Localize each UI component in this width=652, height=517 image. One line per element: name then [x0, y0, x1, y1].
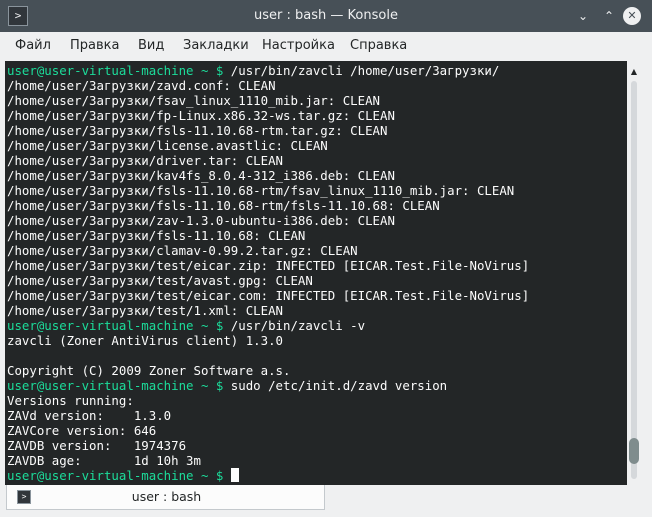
- terminal-text: /home/user/Загрузки/fsls-11.10.68-rtm/fs…: [7, 183, 515, 198]
- terminal-line: user@user-virtual-machine ~ $ /usr/bin/z…: [7, 318, 365, 333]
- terminal-line: ZAVDB age: 1d 10h 3m: [7, 453, 201, 468]
- terminal-line: /home/user/Загрузки/fsls-11.10.68: CLEAN: [7, 228, 305, 243]
- scrollbar-thumb[interactable]: [629, 438, 639, 464]
- scroll-up-icon[interactable]: ▲: [627, 65, 641, 79]
- terminal-text: /usr/bin/zavcli -v: [223, 318, 366, 333]
- menu-help[interactable]: Справка: [350, 32, 407, 60]
- terminal-text: /home/user/Загрузки/kav4fs_8.0.4-312_i38…: [7, 168, 395, 183]
- text-cursor: [230, 468, 239, 482]
- maximize-button[interactable]: ⌃: [600, 7, 618, 25]
- terminal-line: /home/user/Загрузки/zav-1.3.0-ubuntu-i38…: [7, 213, 395, 228]
- terminal-line: /home/user/Загрузки/fsls-11.10.68-rtm/fs…: [7, 198, 440, 213]
- menu-file[interactable]: Файл: [15, 32, 51, 60]
- terminal-text: /home/user/Загрузки/test/eicar.com: INFE…: [7, 288, 530, 303]
- terminal-text: /home/user/Загрузки/zavd.conf: CLEAN: [7, 78, 276, 93]
- terminal-text: /home/user/Загрузки/test/avast.gpg: CLEA…: [7, 273, 313, 288]
- terminal-line: ZAVCore version: 646: [7, 423, 156, 438]
- shell-prompt: user@user-virtual-machine ~ $: [7, 63, 224, 78]
- terminal-line: user@user-virtual-machine ~ $: [7, 468, 239, 483]
- terminal-text: /home/user/Загрузки/fsls-11.10.68-rtm.ta…: [7, 123, 388, 138]
- terminal-text: Versions running:: [7, 393, 134, 408]
- terminal-text: zavcli (Zoner AntiVirus client) 1.3.0: [7, 333, 284, 348]
- minimize-button[interactable]: ⌄: [574, 7, 592, 25]
- terminal-text: ZAVCore version: 646: [7, 423, 157, 438]
- shell-prompt: user@user-virtual-machine ~ $: [7, 468, 224, 483]
- terminal-line: ZAVDB version: 1974376: [7, 438, 186, 453]
- terminal-line: /home/user/Загрузки/fsav_linux_1110_mib.…: [7, 93, 380, 108]
- terminal-text: sudo /etc/init.d/zavd version: [223, 378, 448, 393]
- terminal-text: ZAVd version: 1.3.0: [7, 408, 172, 423]
- close-button[interactable]: ✕: [623, 7, 641, 25]
- terminal-line: /home/user/Загрузки/fsls-11.10.68-rtm/fs…: [7, 183, 514, 198]
- terminal-text: ZAVDB version: 1974376: [7, 438, 187, 453]
- terminal-text: /home/user/Загрузки/fsls-11.10.68-rtm/fs…: [7, 198, 440, 213]
- terminal-line: /home/user/Загрузки/fsls-11.10.68-rtm.ta…: [7, 123, 387, 138]
- terminal-text: /home/user/Загрузки/license.avastlic: CL…: [7, 138, 328, 153]
- window-title: user : bash — Konsole: [254, 8, 398, 23]
- tab-bash[interactable]: > user : bash: [6, 485, 325, 510]
- terminal-line: user@user-virtual-machine ~ $ /usr/bin/z…: [7, 63, 499, 78]
- terminal-line: /home/user/Загрузки/test/eicar.zip: INFE…: [7, 258, 529, 273]
- terminal-text: /home/user/Загрузки/driver.tar: CLEAN: [7, 153, 284, 168]
- tab-label: user : bash: [131, 489, 202, 504]
- terminal-line: /home/user/Загрузки/fp-Linux.x86.32-ws.t…: [7, 108, 395, 123]
- terminal-text: ZAVDB age: 1d 10h 3m: [7, 453, 201, 468]
- terminal-line: /home/user/Загрузки/test/1.xml: CLEAN: [7, 303, 283, 318]
- terminal-text: /home/user/Загрузки/test/1.xml: CLEAN: [7, 303, 284, 318]
- terminal-text: /usr/bin/zavcli /home/user/Загрузки/: [223, 63, 500, 78]
- shell-prompt: user@user-virtual-machine ~ $: [7, 378, 224, 393]
- terminal-line: Copyright (C) 2009 Zoner Software a.s.: [7, 363, 290, 378]
- terminal-line: Versions running:: [7, 393, 134, 408]
- menu-settings[interactable]: Настройка: [262, 32, 335, 60]
- terminal-line: /home/user/Загрузки/license.avastlic: CL…: [7, 138, 328, 153]
- terminal-line: /home/user/Загрузки/clamav-0.99.2.tar.gz…: [7, 243, 358, 258]
- menu-bar: Файл Правка Вид Закладки Настройка Справ…: [0, 32, 652, 60]
- terminal-line: /home/user/Загрузки/kav4fs_8.0.4-312_i38…: [7, 168, 395, 183]
- title-bar: > user : bash — Konsole ⌄ ⌃ ✕: [0, 0, 652, 32]
- terminal-text: /home/user/Загрузки/zav-1.3.0-ubuntu-i38…: [7, 213, 395, 228]
- terminal-text: /home/user/Загрузки/fsav_linux_1110_mib.…: [7, 93, 380, 108]
- terminal-line: user@user-virtual-machine ~ $ sudo /etc/…: [7, 378, 447, 393]
- terminal-line: /home/user/Загрузки/zavd.conf: CLEAN: [7, 78, 276, 93]
- terminal-line: /home/user/Загрузки/test/eicar.com: INFE…: [7, 288, 529, 303]
- terminal-text: /home/user/Загрузки/fsls-11.10.68: CLEAN: [7, 228, 306, 243]
- menu-view[interactable]: Вид: [138, 32, 164, 60]
- shell-prompt: user@user-virtual-machine ~ $: [7, 318, 224, 333]
- terminal-text: /home/user/Загрузки/test/eicar.zip: INFE…: [7, 258, 530, 273]
- menu-bookmarks[interactable]: Закладки: [183, 32, 249, 60]
- terminal-text: /home/user/Загрузки/clamav-0.99.2.tar.gz…: [7, 243, 358, 258]
- terminal-text: /home/user/Загрузки/fp-Linux.x86.32-ws.t…: [7, 108, 395, 123]
- terminal-line: ZAVd version: 1.3.0: [7, 408, 171, 423]
- terminal-line: zavcli (Zoner AntiVirus client) 1.3.0: [7, 333, 283, 348]
- terminal-output[interactable]: user@user-virtual-machine ~ $ /usr/bin/z…: [5, 61, 627, 485]
- tab-bar: > user : bash: [0, 485, 652, 517]
- menu-edit[interactable]: Правка: [70, 32, 119, 60]
- terminal-scrollbar[interactable]: ▲: [627, 61, 647, 485]
- terminal-line: /home/user/Загрузки/test/avast.gpg: CLEA…: [7, 273, 313, 288]
- terminal-line: /home/user/Загрузки/driver.tar: CLEAN: [7, 153, 283, 168]
- terminal-text: Copyright (C) 2009 Zoner Software a.s.: [7, 363, 291, 378]
- scrollbar-track[interactable]: [631, 81, 637, 479]
